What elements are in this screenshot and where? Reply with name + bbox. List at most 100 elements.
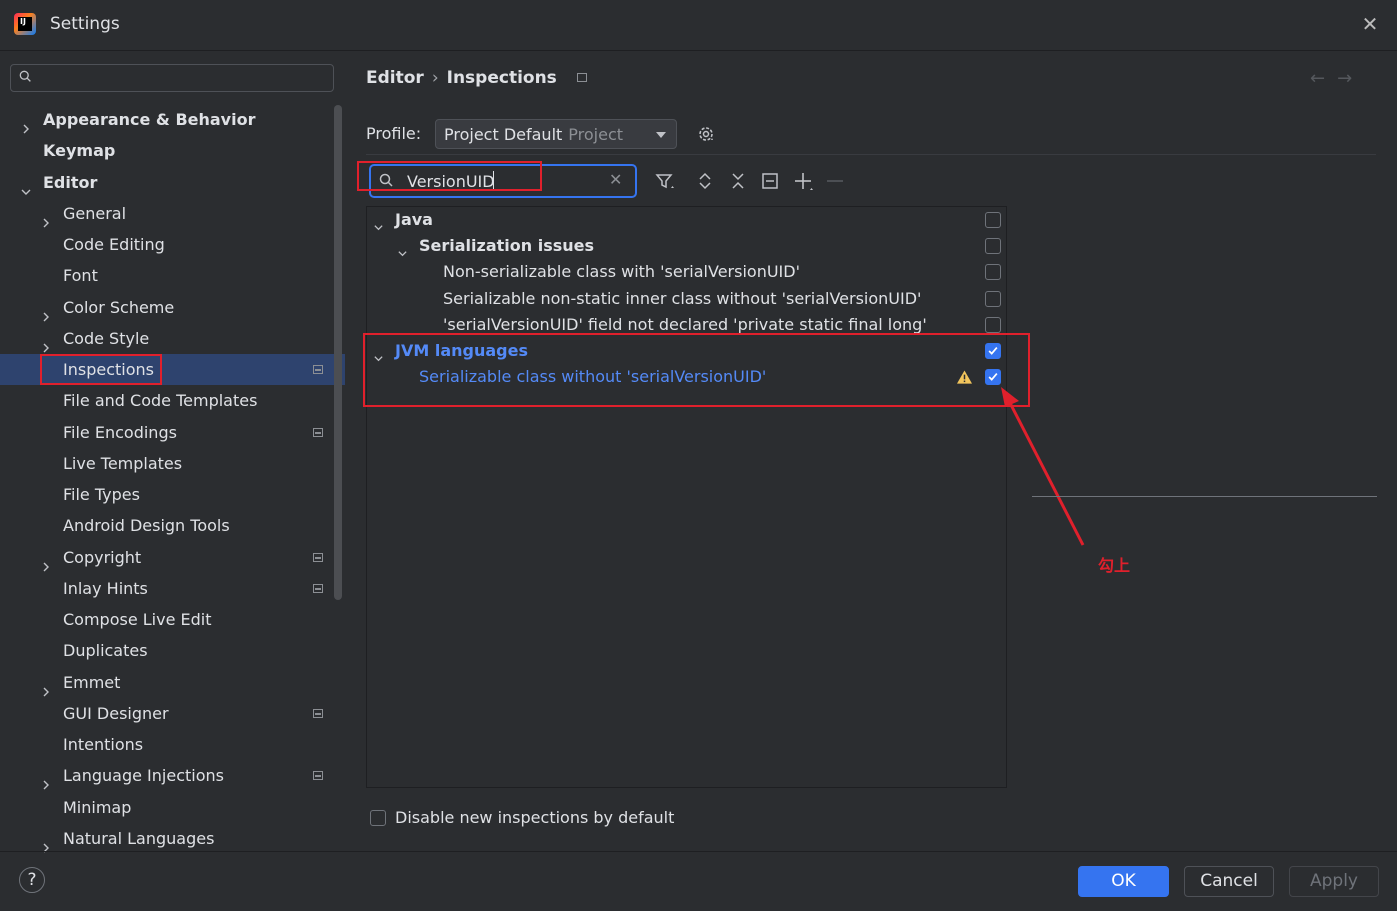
sidebar-item-label: Natural Languages bbox=[63, 828, 215, 848]
sidebar-item-label: Editor bbox=[43, 172, 98, 192]
cancel-button[interactable]: Cancel bbox=[1184, 866, 1274, 897]
reset-icon[interactable] bbox=[759, 170, 781, 192]
sidebar-item-label: Emmet bbox=[63, 672, 121, 692]
inspection-row[interactable]: Non-serializable class with 'serialVersi… bbox=[367, 259, 1006, 285]
inspection-checkbox[interactable] bbox=[985, 212, 1001, 228]
filter-icon[interactable] bbox=[654, 170, 676, 192]
sidebar-item-appearance-behavior[interactable]: Appearance & Behavior bbox=[0, 104, 345, 135]
highlight-box-search bbox=[357, 161, 542, 191]
sidebar-item-color-scheme[interactable]: Color Scheme bbox=[0, 292, 345, 323]
profile-dropdown[interactable]: Project Default Project bbox=[435, 119, 677, 149]
sidebar-item-font[interactable]: Font bbox=[0, 260, 345, 291]
annotation-arrow bbox=[1001, 387, 1085, 546]
inspection-checkbox[interactable] bbox=[985, 238, 1001, 255]
highlight-box-inspections bbox=[40, 354, 162, 385]
sidebar-item-emmet[interactable]: Emmet bbox=[0, 667, 345, 698]
breadcrumb-parent[interactable]: Editor bbox=[366, 68, 424, 88]
chevron-right-icon[interactable] bbox=[40, 333, 52, 353]
sidebar-item-file-and-code-templates[interactable]: File and Code Templates bbox=[0, 385, 345, 416]
clear-search-icon[interactable]: ✕ bbox=[609, 170, 622, 189]
sidebar-item-intentions[interactable]: Intentions bbox=[0, 729, 345, 760]
sidebar-item-gui-designer[interactable]: GUI Designer bbox=[0, 698, 345, 729]
sidebar-search-input[interactable] bbox=[10, 64, 334, 92]
sidebar-item-label: Font bbox=[63, 266, 98, 286]
project-scope-icon bbox=[313, 771, 323, 781]
sidebar-item-label: General bbox=[63, 203, 127, 223]
sidebar-item-label: GUI Designer bbox=[63, 703, 169, 723]
chevron-right-icon[interactable] bbox=[40, 677, 52, 696]
sidebar-item-duplicates[interactable]: Duplicates bbox=[0, 635, 345, 666]
intellij-logo-icon: IJ bbox=[14, 13, 36, 35]
sidebar-item-label: File Encodings bbox=[63, 422, 177, 442]
sidebar-item-label: Code Editing bbox=[63, 235, 165, 254]
expand-all-icon[interactable] bbox=[694, 170, 716, 192]
help-button[interactable]: ? bbox=[19, 867, 45, 893]
sidebar-item-label: Android Design Tools bbox=[63, 516, 230, 536]
divider bbox=[366, 154, 1376, 155]
chevron-right-icon[interactable] bbox=[20, 114, 32, 134]
project-scope-icon bbox=[313, 427, 323, 437]
inspection-checkbox[interactable] bbox=[985, 290, 1001, 307]
inspection-row[interactable]: Java bbox=[367, 207, 1006, 233]
sidebar-item-copyright[interactable]: Copyright bbox=[0, 542, 345, 573]
collapse-all-icon[interactable] bbox=[727, 170, 749, 192]
breadcrumb-current: Inspections bbox=[446, 68, 557, 88]
chevron-right-icon[interactable] bbox=[40, 552, 52, 571]
chevron-right-icon[interactable] bbox=[40, 770, 52, 790]
sidebar-item-natural-languages[interactable]: Natural Languages bbox=[0, 823, 345, 854]
chevron-down-icon[interactable] bbox=[373, 215, 384, 231]
inspections-tree: Java Serialization issues Non-serializable… bbox=[366, 206, 1007, 788]
apply-button[interactable]: Apply bbox=[1289, 866, 1379, 897]
sidebar-item-inlay-hints[interactable]: Inlay Hints bbox=[0, 573, 345, 604]
sidebar-item-label: Keymap bbox=[43, 141, 116, 161]
sidebar-item-live-templates[interactable]: Live Templates bbox=[0, 448, 345, 479]
sidebar-item-minimap[interactable]: Minimap bbox=[0, 792, 345, 823]
chevron-right-icon[interactable] bbox=[40, 833, 52, 853]
inspection-row[interactable]: Serialization issues bbox=[367, 233, 1006, 259]
chevron-right-icon[interactable] bbox=[40, 208, 52, 228]
sidebar-item-editor[interactable]: Editor bbox=[0, 167, 345, 198]
project-scope-icon bbox=[576, 73, 587, 82]
sidebar-item-label: Minimap bbox=[63, 797, 132, 817]
sidebar-scrollbar[interactable] bbox=[334, 105, 342, 600]
sidebar-item-label: Code Style bbox=[63, 328, 150, 348]
sidebar-item-code-editing[interactable]: Code Editing bbox=[0, 229, 345, 260]
profile-value: Project Default bbox=[444, 125, 563, 144]
breadcrumb: Editor › Inspections bbox=[366, 68, 587, 88]
sidebar-item-android-design-tools[interactable]: Android Design Tools bbox=[0, 510, 345, 541]
ok-button[interactable]: OK bbox=[1078, 866, 1169, 897]
disable-new-inspections-checkbox[interactable] bbox=[370, 810, 386, 826]
inspection-checkbox[interactable] bbox=[985, 264, 1001, 281]
add-icon[interactable] bbox=[792, 170, 814, 192]
close-icon[interactable]: ✕ bbox=[1360, 14, 1380, 34]
chevron-down-icon[interactable] bbox=[397, 241, 408, 257]
inspection-label: Serialization issues bbox=[419, 236, 595, 256]
highlight-box-jvm bbox=[363, 333, 1030, 407]
inspection-row[interactable]: Serializable non-static inner class with… bbox=[367, 286, 1006, 312]
sidebar-item-label: File Types bbox=[63, 485, 140, 504]
sidebar-item-language-injections[interactable]: Language Injections bbox=[0, 760, 345, 791]
chevron-down-icon[interactable] bbox=[20, 177, 32, 195]
sidebar-item-file-encodings[interactable]: File Encodings bbox=[0, 417, 345, 448]
sidebar-item-compose-live-edit[interactable]: Compose Live Edit bbox=[0, 604, 345, 635]
sidebar-item-label: Color Scheme bbox=[63, 297, 175, 317]
sidebar-item-label: Copyright bbox=[63, 547, 142, 567]
sidebar-item-file-types[interactable]: File Types bbox=[0, 479, 345, 510]
forward-arrow-icon[interactable]: → bbox=[1337, 68, 1364, 89]
project-scope-icon bbox=[313, 365, 323, 374]
sidebar-item-general[interactable]: General bbox=[0, 198, 345, 229]
sidebar-item-code-style[interactable]: Code Style bbox=[0, 323, 345, 354]
sidebar-item-label: Intentions bbox=[63, 735, 144, 754]
inspection-label: Serializable non-static inner class with… bbox=[443, 288, 922, 308]
sidebar-item-label: Inlay Hints bbox=[63, 578, 148, 598]
disable-new-inspections-label[interactable]: Disable new inspections by default bbox=[395, 808, 674, 827]
inspection-checkbox[interactable] bbox=[985, 316, 1001, 333]
project-scope-icon bbox=[313, 552, 323, 562]
gear-icon[interactable] bbox=[696, 124, 716, 144]
sidebar-item-label: File and Code Templates bbox=[63, 391, 258, 411]
details-divider bbox=[1032, 496, 1377, 497]
profile-label: Profile: bbox=[366, 124, 422, 143]
back-arrow-icon[interactable]: ← bbox=[1310, 68, 1337, 89]
chevron-right-icon[interactable] bbox=[40, 302, 52, 321]
sidebar-item-keymap[interactable]: Keymap bbox=[0, 135, 345, 166]
